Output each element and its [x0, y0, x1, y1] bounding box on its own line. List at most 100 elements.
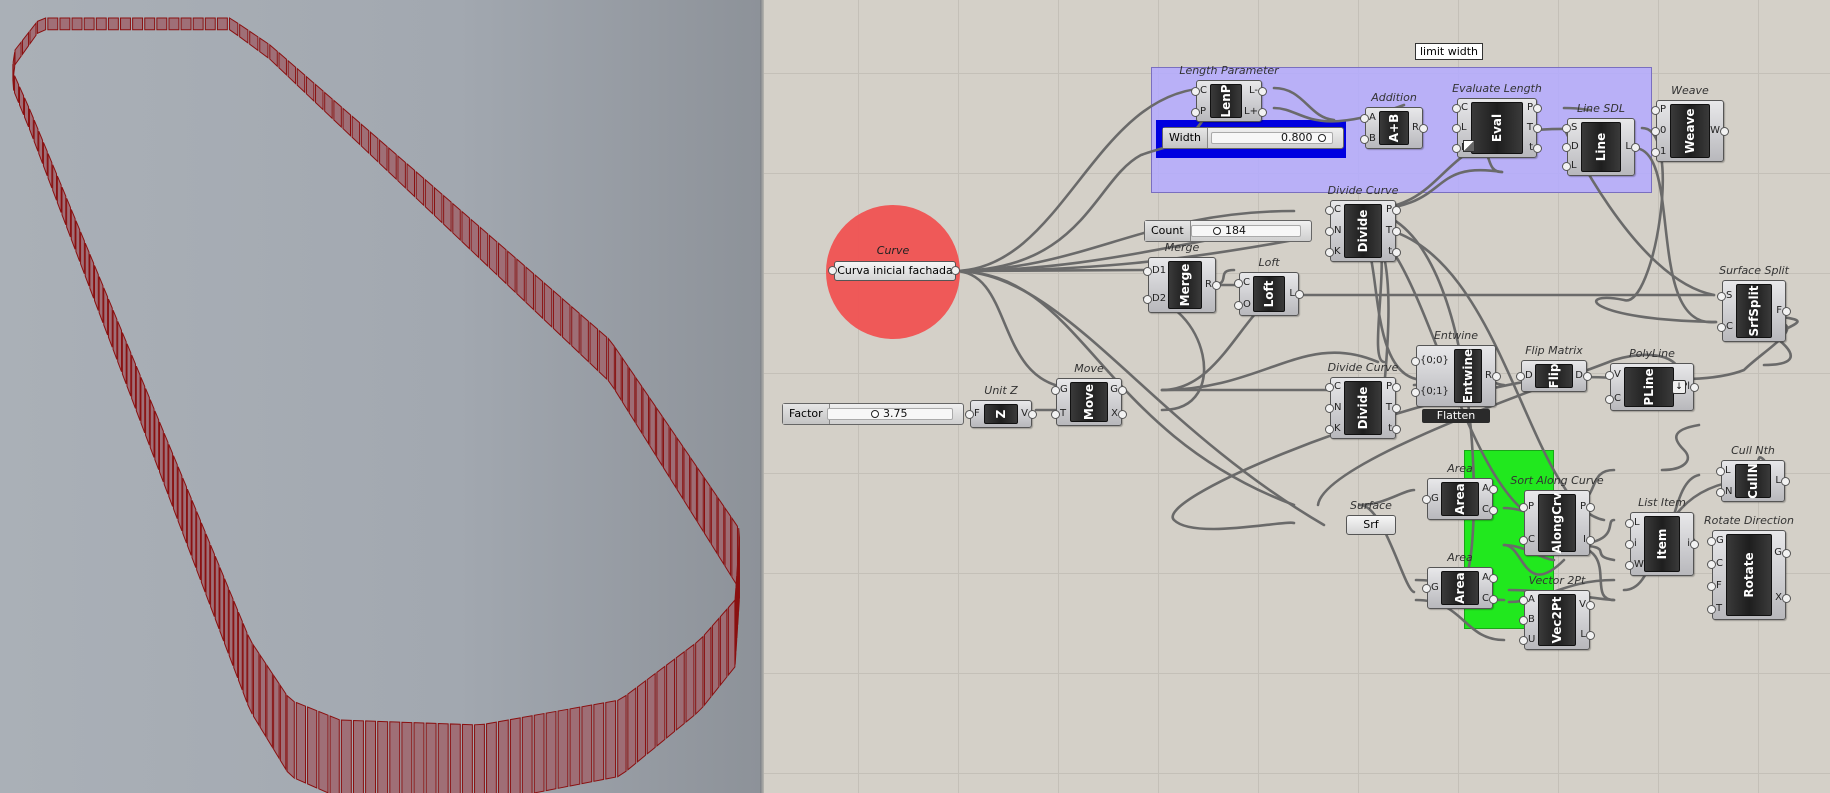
port-dot[interactable] [1519, 535, 1528, 545]
curve-param[interactable]: Curva inicial fachada [834, 261, 956, 281]
port-dot[interactable] [1492, 372, 1501, 381]
port-dot[interactable] [951, 266, 960, 275]
port-dot[interactable] [1392, 404, 1401, 413]
port-dot[interactable] [1411, 387, 1420, 397]
port-dot[interactable] [1625, 518, 1634, 528]
port-dot[interactable] [1586, 535, 1595, 545]
evaluate-length-component[interactable]: Evaluate LengthEvalCLNPTt [1452, 82, 1542, 158]
port-dot[interactable] [1586, 601, 1595, 610]
port-dot[interactable] [1717, 322, 1726, 332]
port-dot[interactable] [1720, 127, 1729, 136]
port-dot[interactable] [1516, 372, 1525, 381]
flatten-badge[interactable]: Flatten [1422, 409, 1490, 423]
port-dot[interactable] [1519, 636, 1528, 645]
port-dot[interactable] [1586, 631, 1595, 640]
loft-component[interactable]: Loft Loft C O L [1234, 256, 1304, 316]
polyline-component[interactable]: PolyLinePLineVCPl↓ [1605, 347, 1699, 411]
slider-value: 0.800 [1281, 131, 1313, 144]
port-dot[interactable] [1562, 143, 1571, 152]
grasshopper-canvas[interactable]: limit width Curve Curva inicial fachada … [764, 0, 1830, 793]
port-dot[interactable] [1118, 410, 1127, 419]
count-slider[interactable]: Count 184 [1144, 220, 1312, 242]
port-dot[interactable] [1489, 594, 1498, 604]
move-component[interactable]: Move Move G T G X [1051, 362, 1127, 426]
port-dot[interactable] [1258, 107, 1267, 117]
slider-knob[interactable] [1318, 134, 1326, 142]
port-dot[interactable] [1605, 371, 1614, 380]
port-dot[interactable] [1605, 395, 1614, 404]
line-sdl-component[interactable]: Line SDL Line S D L L [1562, 102, 1640, 176]
port-dot[interactable] [1782, 593, 1791, 603]
port-dot[interactable] [1419, 124, 1428, 133]
port-dot[interactable] [1051, 386, 1060, 395]
port-dot[interactable] [1191, 86, 1200, 96]
port-dot[interactable] [1489, 505, 1498, 515]
flip-matrix-component[interactable]: Flip Matrix Flip D D [1516, 344, 1592, 392]
port-dot[interactable] [1631, 143, 1640, 152]
port-dot[interactable] [1452, 124, 1461, 133]
port-dot[interactable] [965, 410, 974, 419]
port-dot[interactable] [1143, 267, 1152, 276]
port-dot[interactable] [1690, 540, 1699, 549]
port-dot[interactable] [1360, 134, 1369, 144]
addition-component[interactable]: Addition A+B A B R [1360, 91, 1428, 149]
port-dot[interactable] [1028, 410, 1037, 419]
port-dot[interactable] [1392, 227, 1401, 236]
port-dot[interactable] [1562, 123, 1571, 133]
facade-panel [29, 21, 37, 46]
port-dot[interactable] [1143, 295, 1152, 304]
unit-z-component[interactable]: Unit ZZFV [965, 384, 1037, 428]
port-dot[interactable] [1651, 127, 1660, 136]
graft-icon[interactable]: ↓ [1672, 380, 1686, 394]
port-dot[interactable] [1258, 86, 1267, 96]
port-dot[interactable] [1118, 386, 1127, 395]
port-dot[interactable] [1533, 144, 1542, 153]
port-dot[interactable] [1212, 281, 1221, 290]
rhino-viewport[interactable] [0, 0, 760, 793]
port-dot[interactable] [1234, 279, 1243, 288]
port-dot[interactable] [1519, 596, 1528, 605]
port-dot[interactable] [1625, 540, 1634, 549]
port-dot[interactable] [1533, 124, 1542, 133]
slider-knob[interactable] [871, 410, 879, 418]
port-dot[interactable] [1295, 290, 1304, 299]
divide-curve-bottom-component[interactable]: Divide Curve Divide C N K P Tt [1325, 361, 1401, 439]
port-dot[interactable] [1325, 424, 1334, 434]
port-dot[interactable] [1707, 604, 1716, 614]
port-dot[interactable] [1191, 107, 1200, 117]
sort-along-curve-component[interactable]: Sort Along Curve AlongCrv P C P I [1510, 474, 1604, 556]
port-dot[interactable] [828, 266, 837, 275]
length-parameter-component[interactable]: Length Parameter LenP C P L- L+ [1179, 64, 1279, 122]
width-slider[interactable]: Width 0.800 [1162, 127, 1344, 149]
weave-component[interactable]: Weave Weave P 0 1 W [1651, 84, 1729, 162]
vector-2pt-component[interactable]: Vector 2Pt Vec2Pt A B U V L [1519, 574, 1595, 650]
surface-param[interactable]: Surface Srf [1346, 499, 1396, 535]
boolean-toggle-icon[interactable] [1463, 140, 1475, 152]
port-dot[interactable] [1717, 291, 1726, 301]
port-dot[interactable] [1325, 227, 1334, 236]
port-dot[interactable] [1360, 113, 1369, 123]
port-dot[interactable] [1051, 410, 1060, 419]
divide-curve-top-component[interactable]: Divide Curve Divide C N K P Tt [1325, 184, 1401, 262]
port-dot[interactable] [1583, 372, 1592, 381]
surface-split-component[interactable]: Surface Split SrfSplit S C F [1717, 264, 1791, 342]
rotate-direction-component[interactable]: Rotate Direction Rotate G C F T G X [1704, 514, 1794, 620]
port-dot[interactable] [1519, 502, 1528, 512]
port-dot[interactable] [1690, 383, 1699, 392]
port-dot[interactable] [1707, 559, 1716, 569]
port-dot[interactable] [1716, 466, 1725, 476]
port-dot[interactable] [1325, 404, 1334, 413]
port-dot[interactable] [1392, 247, 1401, 257]
port-dot[interactable] [1781, 477, 1790, 486]
port-dot[interactable] [1422, 584, 1431, 593]
port-dot[interactable] [1782, 548, 1791, 558]
port-dot[interactable] [1452, 104, 1461, 113]
port-dot[interactable] [1392, 424, 1401, 434]
port-dot[interactable] [1782, 307, 1791, 316]
port-dot[interactable] [1651, 147, 1660, 157]
slider-knob[interactable] [1213, 227, 1221, 235]
port-dot[interactable] [1452, 144, 1461, 153]
port-dot[interactable] [1519, 616, 1528, 625]
factor-slider[interactable]: Factor 3.75 [782, 403, 964, 425]
port-dot[interactable] [1234, 301, 1243, 310]
